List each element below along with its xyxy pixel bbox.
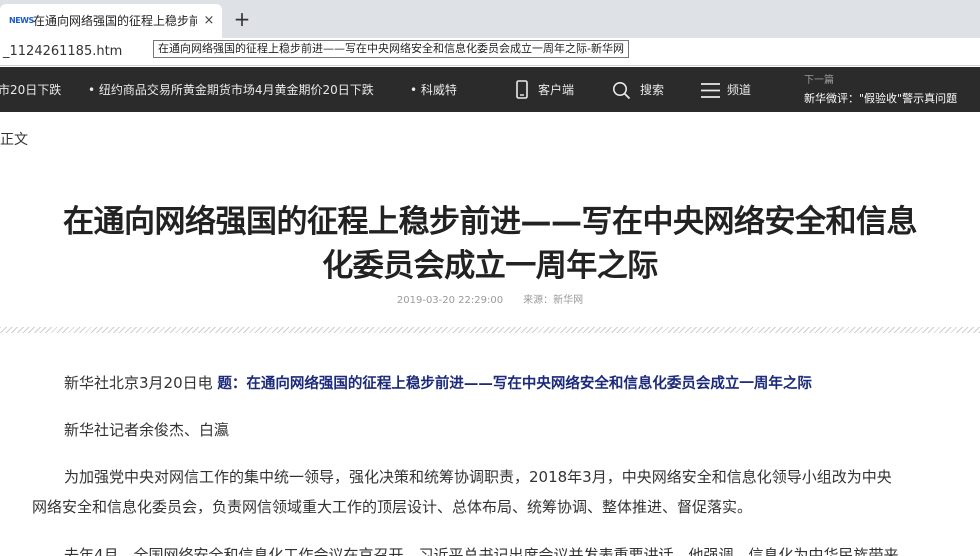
- channel-button[interactable]: 频道: [692, 67, 772, 112]
- article-source: 来源：新华网: [523, 295, 584, 306]
- tab-title: 在通向网络强国的征程上稳步前进——写在中央网络安全和信息化委员会成立一周年之际-…: [33, 14, 197, 28]
- next-article-link[interactable]: 新华微评："假验收"警示真问题: [804, 92, 980, 106]
- client-app-button[interactable]: 客户端: [508, 67, 588, 112]
- ticker-item[interactable]: 市20日下跌: [0, 82, 61, 98]
- tab-tooltip: 在通向网络强国的征程上稳步前进——写在中央网络安全和信息化委员会成立一周年之际-…: [153, 40, 629, 58]
- channel-label: 频道: [727, 83, 752, 97]
- next-article-label: 下一篇: [804, 75, 834, 86]
- search-icon: [613, 82, 631, 100]
- phone-icon: [516, 80, 528, 99]
- ticker-item[interactable]: • 纽约商品交易所黄金期货市场4月黄金期价20日下跌: [88, 82, 374, 98]
- tab-close-icon[interactable]: ×: [202, 13, 216, 29]
- dateline-paragraph: 新华社北京3月20日电 题：在通向网络强国的征程上稳步前进——写在中央网络安全和…: [32, 368, 980, 399]
- client-label: 客户端: [538, 83, 575, 97]
- article-meta: 2019-03-20 22:29:00 来源：新华网: [0, 294, 980, 308]
- search-button[interactable]: 搜索: [604, 67, 684, 112]
- body-paragraph: 去年4月，全国网络安全和信息化工作会议在京召开。习近平总书记出席会议并发表重要讲…: [64, 546, 899, 556]
- address-bar[interactable]: _1124261185.htm 在通向网络强国的征程上稳步前进——写在中央网络安…: [0, 38, 980, 66]
- article-headline: 在通向网络强国的征程上稳步前进——写在中央网络安全和信息 化委员会成立一周年之际: [10, 200, 970, 288]
- site-nav-bar: 市20日下跌 • 纽约商品交易所黄金期货市场4月黄金期价20日下跌 • 科威特 …: [0, 67, 980, 112]
- subtitle-text: 题：在通向网络强国的征程上稳步前进——写在中央网络安全和信息化委员会成立一周年之…: [217, 376, 812, 392]
- ticker-item[interactable]: • 科威特: [410, 82, 457, 98]
- dateline: 新华社北京3月20日电: [64, 374, 218, 392]
- url-text[interactable]: _1124261185.htm: [3, 43, 122, 61]
- paragraph-line: 为加强党中央对网信工作的集中统一领导，强化决策和统筹协调职责，2018年3月，中…: [64, 468, 892, 486]
- hatched-divider: [0, 327, 980, 333]
- headline-line: 在通向网络强国的征程上稳步前进——写在中央网络安全和信息: [63, 204, 918, 240]
- news-ticker: 市20日下跌 • 纽约商品交易所黄金期货市场4月黄金期价20日下跌 • 科威特: [0, 67, 495, 112]
- search-label: 搜索: [640, 83, 665, 97]
- menu-icon: [701, 83, 720, 98]
- breadcrumb: 正文: [0, 132, 28, 148]
- browser-tab-strip: NEWS 在通向网络强国的征程上稳步前进——写在中央网络安全和信息化委员会成立一…: [0, 0, 980, 38]
- new-tab-button[interactable]: +: [232, 8, 252, 30]
- headline-line: 化委员会成立一周年之际: [322, 248, 658, 284]
- browser-tab[interactable]: NEWS 在通向网络强国的征程上稳步前进——写在中央网络安全和信息化委员会成立一…: [0, 4, 222, 38]
- body-paragraph: 为加强党中央对网信工作的集中统一领导，强化决策和统筹协调职责，2018年3月，中…: [32, 462, 980, 522]
- paragraph-line: 网络安全和信息化委员会，负责网信领域重大工作的顶层设计、总体布局、统筹协调、整体…: [32, 498, 753, 516]
- byline-paragraph: 新华社记者余俊杰、白瀛: [64, 421, 230, 439]
- publish-date: 2019-03-20 22:29:00: [396, 295, 504, 306]
- news-favicon-icon: NEWS: [9, 16, 34, 25]
